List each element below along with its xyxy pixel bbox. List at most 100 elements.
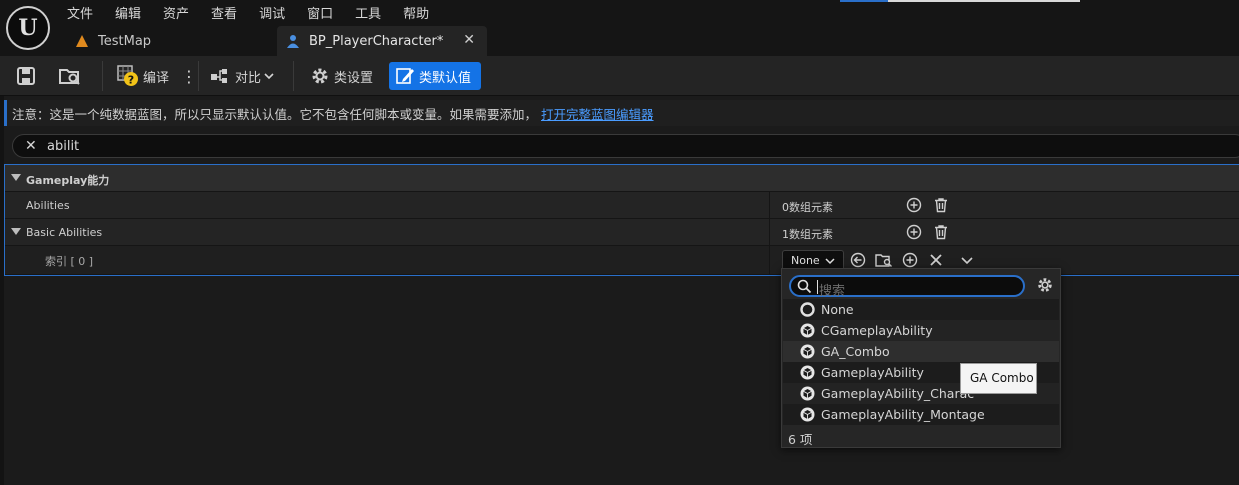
menu-asset[interactable]: 资产 [152,0,200,24]
class-icon [799,407,815,423]
save-button[interactable] [16,62,36,90]
item-label: GameplayAbility [821,365,924,380]
toolbar-divider [293,61,294,91]
list-item-gameplayability-montage[interactable]: GameplayAbility_Montage [783,404,1059,425]
edit-pencil-icon [396,68,414,84]
search-placeholder: 搜索 [819,284,846,299]
category-header-gameplay-abilities[interactable]: Gameplay能力 [5,165,1239,192]
item-label: CGameplayAbility [821,323,933,338]
property-value: 1数组元素 [782,228,833,241]
compile-icon: ? [117,65,138,87]
top-accent-bar [840,0,888,2]
item-label: GA_Combo [821,344,890,359]
title-bar: U 文件 编辑 资产 查看 调试 窗口 工具 帮助 TestMap BP_Pla… [0,0,1239,56]
property-row-abilities: Abilities 0数组元素 [5,192,1239,219]
add-element-icon[interactable] [905,196,923,214]
property-label: 索引 [ 0 ] [45,255,94,268]
popup-search-input[interactable]: 搜索 [789,275,1025,299]
search-value: abilit [47,139,80,154]
tooltip: GA Combo [960,363,1037,394]
tab-label: BP_PlayerCharacter* [309,33,444,49]
class-icon [799,386,815,402]
details-panel: Gameplay能力 Abilities 0数组元素 Basic Abiliti… [4,164,1239,276]
menu-view[interactable]: 查看 [200,0,248,24]
menu-tools[interactable]: 工具 [344,0,392,24]
browse-button[interactable] [58,62,82,90]
tab-bp-playercharacter[interactable]: BP_PlayerCharacter* ✕ [277,26,487,56]
menu-bar: 文件 编辑 资产 查看 调试 窗口 工具 帮助 [56,0,440,24]
browse-icon [59,69,80,85]
menu-window[interactable]: 窗口 [296,0,344,24]
use-selected-icon[interactable] [849,251,867,269]
item-count: 6 项 [788,432,813,447]
details-search-input[interactable]: ✕ abilit [12,134,1239,158]
open-full-editor-link[interactable]: 打开完整蓝图编辑器 [541,107,654,122]
item-label: None [821,302,854,317]
details-search-row: ✕ abilit [4,132,1239,160]
svg-text:?: ? [128,74,134,87]
clear-icon[interactable] [927,251,945,269]
toolbar-divider [198,61,199,91]
tooltip-text: GA Combo [970,371,1034,385]
clear-search-icon[interactable]: ✕ [25,138,37,154]
add-element-icon[interactable] [901,251,919,269]
search-icon [797,279,812,294]
diff-button[interactable]: 对比 [210,62,274,90]
property-value: 0数组元素 [782,201,833,214]
none-circle-icon [799,302,815,318]
compile-label: 编译 [143,70,170,86]
class-settings-label: 类设置 [334,70,374,86]
diff-label: 对比 [235,70,262,86]
expand-arrow-icon[interactable] [11,174,21,181]
character-icon [285,33,301,49]
save-icon [17,67,35,85]
list-item-none[interactable]: None [783,299,1059,320]
class-picker-popup: 搜索 None CGameplayAbility GA_Combo Gamepl… [781,268,1061,448]
unreal-logo-icon[interactable]: U [6,6,50,50]
tab-testmap[interactable]: TestMap [62,26,276,56]
class-settings-button[interactable]: 类设置 [310,62,373,90]
list-item-ga-combo[interactable]: GA_Combo [783,341,1059,362]
gear-icon [312,68,328,84]
class-defaults-label: 类默认值 [419,70,472,86]
toolbar: ? 编译 ⋮ 对比 类设置 类默认值 [0,56,1239,96]
trash-icon[interactable] [932,196,950,214]
column-divider[interactable] [769,219,770,245]
notice-text: 注意：这是一个纯数据蓝图，所以只显示默认认值。它不包含任何脚本或变量。如果需要添… [12,107,538,122]
class-defaults-button[interactable]: 类默认值 [389,62,481,90]
class-icon [799,365,815,381]
menu-edit[interactable]: 编辑 [104,0,152,24]
column-divider[interactable] [769,192,770,218]
tab-label: TestMap [98,33,152,49]
text-caret [817,280,818,294]
chevron-down-icon [264,69,274,84]
item-label: GameplayAbility_Charac [821,386,975,401]
column-divider[interactable] [769,246,770,274]
property-row-basic-abilities: Basic Abilities 1数组元素 [5,219,1239,246]
item-label: GameplayAbility_Montage [821,407,985,422]
trash-icon[interactable] [932,223,950,241]
diff-icon [211,69,227,83]
gear-icon[interactable] [1036,276,1054,297]
chevron-down-icon [825,258,835,265]
expand-arrow-icon[interactable] [11,228,21,235]
close-icon[interactable]: ✕ [463,32,475,48]
category-label: Gameplay能力 [26,174,110,187]
top-progress-bar [888,0,1080,2]
chevron-down-icon[interactable] [958,251,976,269]
browse-asset-icon[interactable] [875,251,893,269]
level-icon [74,33,90,49]
menu-debug[interactable]: 调试 [248,0,296,24]
menu-file[interactable]: 文件 [56,0,104,24]
class-icon [799,323,815,339]
menu-help[interactable]: 帮助 [392,0,440,24]
more-options-icon[interactable]: ⋮ [181,67,197,86]
add-element-icon[interactable] [905,223,923,241]
compile-button[interactable]: ? 编译 ⋮ [117,62,197,90]
picker-value: None [791,254,820,267]
list-item-cgameplayability[interactable]: CGameplayAbility [783,320,1059,341]
class-icon [799,344,815,360]
property-label: Basic Abilities [26,226,103,239]
toolbar-divider [102,61,103,91]
class-list: None CGameplayAbility GA_Combo GameplayA… [783,299,1059,425]
